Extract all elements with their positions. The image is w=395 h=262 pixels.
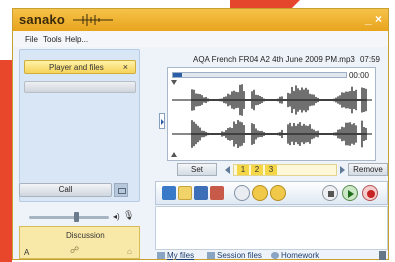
progress-fill — [173, 73, 182, 77]
volume-slider-knob[interactable] — [74, 212, 79, 222]
waveform-area[interactable]: 00:00 — [167, 67, 376, 161]
discussion-panel: Discussion A ☍ ⌂ — [19, 226, 140, 259]
menu-bar: File Tools Help... — [13, 31, 388, 47]
discussion-label: Discussion — [66, 231, 105, 240]
empty-slot-bar[interactable] — [24, 81, 136, 93]
my-files-icon — [157, 252, 165, 259]
progress-track[interactable] — [172, 72, 347, 78]
page: sanako _ × File Tools Help... Player and… — [0, 0, 395, 262]
bookmark-2[interactable]: 2 — [251, 165, 263, 175]
loop-icon[interactable] — [252, 185, 268, 201]
monitor-icon[interactable] — [162, 186, 176, 200]
speaker-icon: ◂) — [113, 212, 120, 221]
trash-icon[interactable] — [379, 251, 386, 260]
end-marker-icon[interactable] — [171, 152, 177, 157]
bookmark-1[interactable]: 1 — [237, 165, 249, 175]
export-icon[interactable] — [270, 185, 286, 201]
left-panel: Player and files × — [19, 49, 140, 202]
save-icon[interactable] — [194, 186, 208, 200]
record-icon[interactable] — [362, 185, 378, 201]
discussion-people-icon[interactable]: ☍ — [70, 245, 79, 256]
file-tabs: My files Session files Homework — [155, 251, 388, 261]
close-icon[interactable]: × — [123, 62, 128, 72]
tab-my-files-label: My files — [167, 251, 195, 260]
call-button[interactable]: Call — [19, 183, 112, 197]
logo-waveform-icon — [73, 14, 113, 26]
tab-session-files-label: Session files — [217, 251, 262, 260]
homework-icon — [271, 252, 279, 259]
lock-icon[interactable]: ⌂ — [127, 247, 132, 256]
set-bookmark-button[interactable]: Set — [177, 163, 217, 176]
player-panel: AQA French FR04 A2 4th June 2009 PM.mp3 … — [143, 49, 388, 261]
minimize-button[interactable]: _ — [365, 12, 372, 26]
title-bar: sanako _ × — [13, 9, 388, 31]
menu-help[interactable]: Help... — [65, 35, 88, 44]
player-and-files-label: Player and files — [49, 63, 104, 72]
discussion-letter: A — [24, 248, 30, 257]
files-list[interactable] — [155, 206, 388, 250]
waveform[interactable] — [172, 82, 372, 156]
menu-tools[interactable]: Tools — [43, 35, 62, 44]
tab-homework-label: Homework — [281, 251, 320, 260]
tab-my-files[interactable]: My files — [157, 251, 194, 260]
current-time: 00:00 — [348, 71, 369, 80]
microphone-icon[interactable]: 🎙 — [123, 210, 134, 221]
player-toolbar — [155, 181, 388, 205]
close-button[interactable]: × — [375, 12, 382, 26]
total-time: 07:59 — [359, 55, 380, 64]
start-marker-icon[interactable] — [171, 80, 177, 85]
play-icon[interactable] — [342, 185, 358, 201]
session-files-icon — [207, 252, 215, 259]
next-bookmark-icon[interactable] — [340, 166, 345, 174]
panel-toggle-icon[interactable] — [159, 113, 165, 129]
bookmark-strip: 1 2 3 — [233, 164, 337, 176]
call-options-icon[interactable] — [114, 183, 128, 197]
volume-slider[interactable] — [29, 216, 109, 219]
stop-square — [328, 191, 334, 197]
remove-bookmark-button[interactable]: Remove — [348, 163, 388, 176]
file-title: AQA French FR04 A2 4th June 2009 PM.mp3 — [193, 55, 355, 64]
stop-icon[interactable] — [322, 185, 338, 201]
menu-file[interactable]: File — [25, 35, 38, 44]
player-and-files-tab[interactable]: Player and files × — [24, 60, 136, 74]
folder-open-icon[interactable] — [178, 186, 192, 200]
bookmark-3[interactable]: 3 — [265, 165, 277, 175]
tab-session-files[interactable]: Session files — [207, 251, 262, 260]
tab-homework[interactable]: Homework — [271, 251, 319, 260]
audio-settings-icon[interactable] — [210, 186, 224, 200]
previous-bookmark-icon[interactable] — [225, 166, 230, 174]
app-logo: sanako — [19, 12, 66, 27]
record-dot — [367, 190, 375, 198]
play-triangle — [348, 190, 354, 198]
ab-repeat-icon[interactable] — [234, 185, 250, 201]
app-window: sanako _ × File Tools Help... Player and… — [12, 8, 389, 260]
